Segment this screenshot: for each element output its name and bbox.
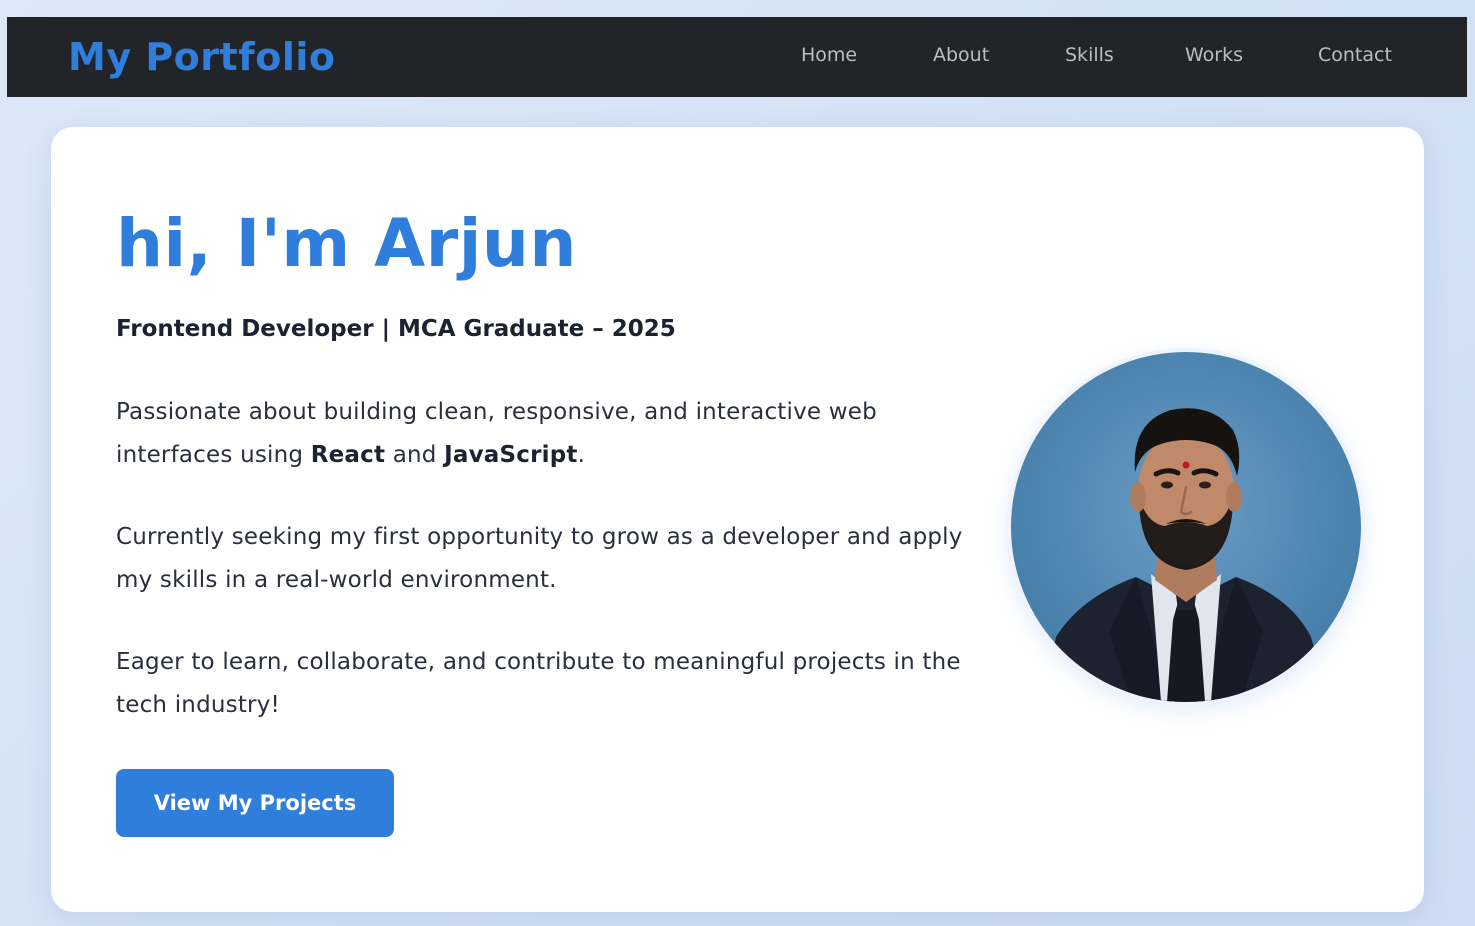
view-projects-button[interactable]: View My Projects (116, 769, 394, 837)
profile-photo-icon (1011, 352, 1361, 702)
nav-link-home[interactable]: Home (801, 44, 857, 66)
skill-react: React (310, 442, 386, 468)
navbar: My Portfolio Home About Skills Works Con… (7, 17, 1467, 97)
nav-link-about[interactable]: About (933, 44, 989, 66)
intro-paragraph: Passionate about building clean, respons… (116, 391, 996, 477)
intro-text-middle: and (385, 442, 445, 468)
nav-link-works[interactable]: Works (1185, 44, 1243, 66)
intro-text-after: . (577, 442, 586, 468)
nav-link-skills[interactable]: Skills (1065, 44, 1114, 66)
eager-paragraph: Eager to learn, collaborate, and contrib… (116, 649, 961, 718)
hero-title: hi, I'm Arjun (116, 205, 577, 282)
hero-card: hi, I'm Arjun Frontend Developer | MCA G… (51, 127, 1424, 912)
skill-javascript: JavaScript (444, 442, 578, 468)
hero-subtitle: Frontend Developer | MCA Graduate – 2025 (116, 316, 676, 342)
nav-links: Home About Skills Works Contact (7, 17, 1467, 97)
profile-avatar (1011, 352, 1361, 702)
seeking-paragraph: Currently seeking my first opportunity t… (116, 524, 963, 593)
nav-link-contact[interactable]: Contact (1318, 44, 1392, 66)
